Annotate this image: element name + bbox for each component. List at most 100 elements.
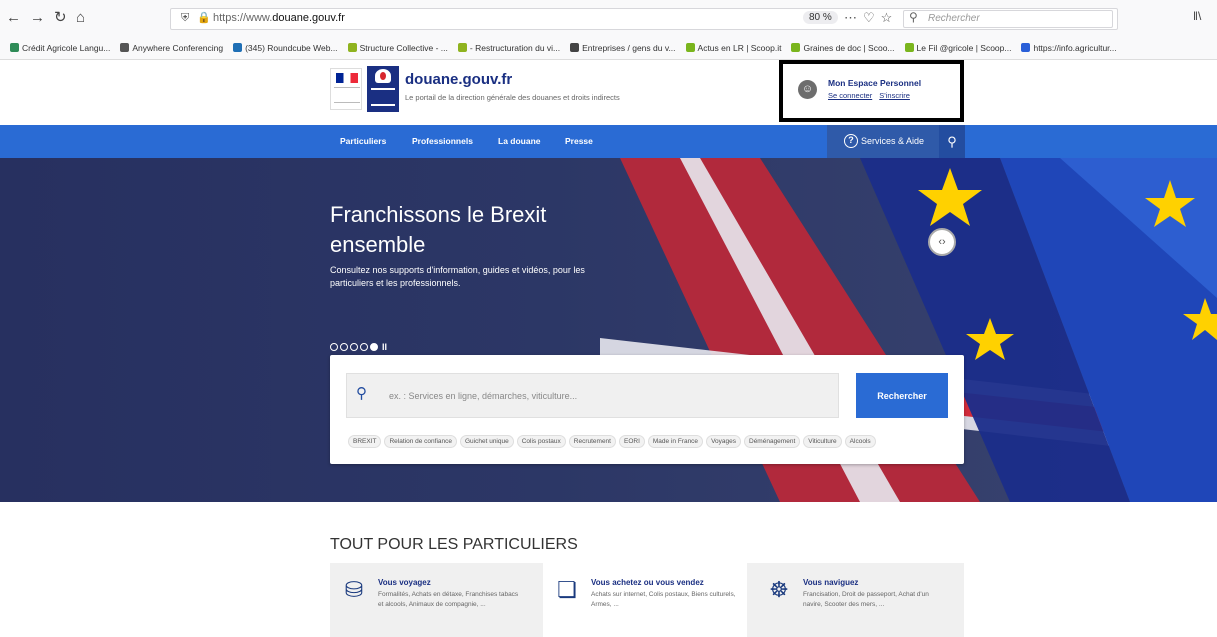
ship-wheel-icon: ☸ [769, 577, 789, 602]
home-icon[interactable]: ⌂ [76, 8, 85, 28]
slider-arrows-icon[interactable]: ‹› [928, 228, 956, 256]
tag-recrutement[interactable]: Recrutement [568, 435, 616, 448]
slide-dot[interactable] [340, 343, 348, 351]
bookmark-favicon-icon [347, 43, 357, 52]
card-title: Vous achetez ou vous vendez [591, 578, 704, 587]
nav-item-professionnels[interactable]: Professionnels [412, 136, 473, 146]
bookmark-label: - Restructuration du vi... [469, 43, 561, 53]
search-card: ⚲ Rechercher BREXITRelation de confiance… [330, 355, 964, 464]
bookmark-favicon-icon [120, 43, 130, 52]
bookmark-favicon-icon [457, 43, 467, 52]
tag-viticulture[interactable]: Viticulture [803, 435, 842, 448]
espace-personnel-box: ☺ Mon Espace Personnel Se connecter S'in… [779, 60, 964, 122]
particuliers-cards: ⛁ Vous voyagez Formalités, Achats en dét… [330, 563, 964, 637]
back-icon[interactable]: ← [6, 8, 21, 28]
tag-colis-postaux[interactable]: Colis postaux [516, 435, 566, 448]
site-subtitle: Le portail de la direction générale des … [405, 93, 620, 102]
slide-dot-active[interactable] [370, 343, 378, 351]
tag-relation-confiance[interactable]: Relation de confiance [384, 435, 457, 448]
search-button[interactable]: Rechercher [856, 373, 948, 418]
page-actions-icon[interactable]: ⋯♡☆ [844, 10, 898, 26]
browser-search-box[interactable]: ⚲ Rechercher [903, 10, 1113, 28]
bookmark-item[interactable]: - Restructuration du vi... [457, 36, 561, 59]
bookmark-label: Actus en LR | Scoop.it [697, 43, 782, 53]
bookmark-item[interactable]: Graines de doc | Scoo... [791, 36, 895, 59]
user-icon[interactable]: ☺ [798, 80, 817, 99]
bookmark-item[interactable]: Entreprises / gens du v... [570, 36, 676, 59]
espace-title[interactable]: Mon Espace Personnel [828, 78, 921, 88]
url-text[interactable]: https://www.douane.gouv.fr [213, 12, 345, 24]
slide-dot[interactable] [350, 343, 358, 351]
section-title: TOUT POUR LES PARTICULIERS [330, 536, 578, 553]
hero-banner: Franchissons le Brexit ensemble Consultez… [0, 158, 1217, 502]
card-description: Achats sur internet, Colis postaux, Bien… [591, 591, 736, 608]
republique-francaise-logo[interactable] [330, 68, 362, 110]
hero-description: Consultez nos supports d'information, gu… [330, 265, 585, 288]
bookmark-favicon-icon [685, 43, 695, 52]
bookmark-item[interactable]: Actus en LR | Scoop.it [685, 36, 782, 59]
nav-search-icon[interactable]: ⚲ [939, 125, 965, 158]
services-aide-button[interactable]: ? Services & Aide [827, 125, 939, 158]
lock-icon[interactable]: 🔒 [197, 11, 211, 24]
bookmark-item[interactable]: https://info.agricultur... [1021, 36, 1117, 59]
card-vous-voyagez[interactable]: ⛁ Vous voyagez Formalités, Achats en dét… [330, 563, 534, 637]
login-link[interactable]: Se connecter [828, 91, 872, 100]
nav-item-la-douane[interactable]: La douane [498, 136, 541, 146]
bookmark-item[interactable]: (345) Roundcube Web... [233, 36, 338, 59]
forward-icon[interactable]: → [30, 8, 45, 28]
bookmark-item[interactable]: Le Fil @gricole | Scoop... [904, 36, 1012, 59]
card-description: Formalités, Achats en détaxe, Franchises… [378, 591, 519, 608]
nav-item-presse[interactable]: Presse [565, 136, 593, 146]
bookmark-favicon-icon [904, 43, 914, 52]
library-icon[interactable]: ‖\ [1193, 9, 1201, 23]
slide-dot[interactable] [360, 343, 368, 351]
services-aide-label: Services & Aide [861, 136, 925, 146]
browser-toolbar: ← → ↻ ⌂ ⛨ 🔒 https://www.douane.gouv.fr 8… [0, 0, 1217, 36]
card-title: Vous naviguez [803, 578, 859, 587]
search-field: ⚲ [346, 373, 839, 418]
search-tags: BREXIT Relation de confiance Guichet uniqu… [348, 430, 879, 448]
address-bar[interactable]: ⛨ 🔒 https://www.douane.gouv.fr 80 % ⋯♡☆ … [170, 8, 1118, 30]
bookmark-favicon-icon [10, 43, 19, 52]
card-vous-achetez[interactable]: ❏ Vous achetez ou vous vendez Achats sur… [543, 563, 747, 637]
bookmark-label: (345) Roundcube Web... [245, 43, 338, 53]
slide-dot[interactable] [330, 343, 338, 351]
tag-alcools[interactable]: Alcools [844, 435, 876, 448]
reload-icon[interactable]: ↻ [54, 8, 67, 28]
zoom-level[interactable]: 80 % [803, 11, 838, 24]
card-title: Vous voyagez [378, 578, 431, 587]
douanes-logo[interactable] [367, 66, 399, 112]
shopping-basket-icon: ❏ [557, 577, 577, 602]
bookmark-item[interactable]: Crédit Agricole Langu... [10, 36, 111, 59]
card-description: Francisation, Droit de passeport, Achat … [803, 591, 929, 608]
nav-item-particuliers[interactable]: Particuliers [340, 136, 386, 146]
slider-dots: II [330, 338, 387, 352]
tag-made-in-france[interactable]: Made in France [647, 435, 704, 448]
bookmark-label: Crédit Agricole Langu... [22, 43, 111, 53]
tag-eori[interactable]: EORI [618, 435, 645, 448]
bookmark-item[interactable]: Anywhere Conferencing [120, 36, 224, 59]
bookmark-label: Le Fil @gricole | Scoop... [916, 43, 1012, 53]
bookmark-label: Graines de doc | Scoo... [803, 43, 895, 53]
pause-icon[interactable]: II [382, 342, 387, 352]
search-icon: ⚲ [909, 10, 918, 24]
bookmark-favicon-icon [1021, 43, 1031, 52]
tag-demenagement[interactable]: Déménagement [744, 435, 801, 448]
bookmark-item[interactable]: Structure Collective - ... [347, 36, 448, 59]
site-title[interactable]: douane.gouv.fr [405, 71, 512, 88]
tag-guichet-unique[interactable]: Guichet unique [460, 435, 514, 448]
search-icon: ⚲ [356, 385, 367, 402]
signup-link[interactable]: S'inscrire [879, 91, 910, 100]
card-vous-naviguez[interactable]: ☸ Vous naviguez Francisation, Droit de p… [755, 563, 959, 637]
bookmark-label: Anywhere Conferencing [132, 43, 224, 53]
browser-search-placeholder: Rechercher [928, 13, 980, 24]
bookmark-favicon-icon [791, 43, 801, 52]
main-nav: Particuliers Professionnels La douane Pr… [0, 125, 1217, 158]
search-input[interactable] [375, 374, 835, 417]
tag-voyages[interactable]: Voyages [706, 435, 741, 448]
bookmark-label: Structure Collective - ... [359, 43, 448, 53]
shield-icon[interactable]: ⛨ [181, 12, 189, 25]
bookmark-favicon-icon [233, 43, 243, 52]
tag-brexit[interactable]: BREXIT [348, 435, 382, 448]
bookmark-label: Entreprises / gens du v... [582, 43, 676, 53]
